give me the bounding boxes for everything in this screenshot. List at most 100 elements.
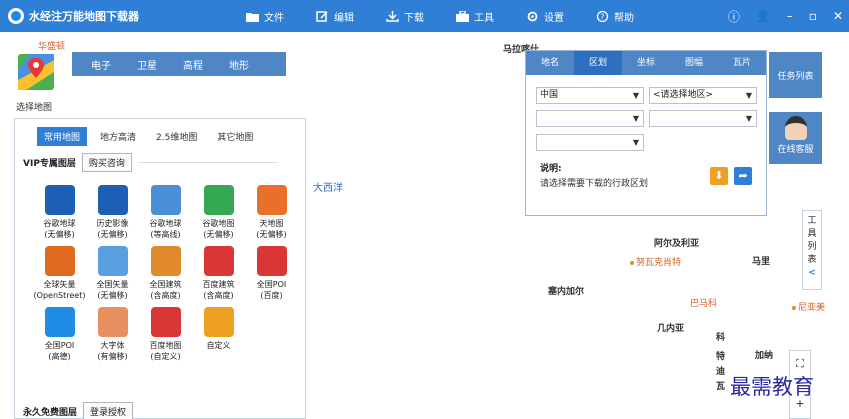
layer-tile[interactable]: 天地图 (无偏移) (245, 185, 298, 240)
province-select[interactable]: <请选择地区> ▼ (649, 87, 757, 104)
layer-tile[interactable]: 百度地图 (自定义) (139, 307, 192, 362)
tab-common-maps[interactable]: 常用地图 (37, 127, 88, 146)
layer-tile[interactable]: 谷歌地球 (无偏移) (33, 185, 86, 240)
map-type-electronic[interactable]: 电子 (78, 57, 124, 72)
menu-tools[interactable]: 工具 (440, 9, 510, 24)
task-list-button[interactable]: 任务列表 (769, 52, 822, 98)
county-select[interactable]: ▼ (649, 110, 757, 127)
watermark: 最需教育 (730, 375, 814, 399)
place-label: 加纳 (755, 351, 774, 361)
vip-section-title: VIP专属图层 (23, 159, 76, 169)
layer-tile[interactable]: 谷歌地图 (无偏移) (192, 185, 245, 240)
layer-tile-name: 百度地图 (149, 341, 182, 350)
vip-section-header: VIP专属图层 购买咨询 (23, 153, 278, 172)
map-type-satellite[interactable]: 卫星 (124, 57, 170, 72)
toolbox-panel-toggle[interactable]: 工 具 列 表 < (802, 210, 822, 290)
layer-tile-name: 全国建筑 (149, 280, 182, 289)
tab-place-name[interactable]: 地名 (526, 51, 574, 75)
title-bar: 水经注万能地图下载器 文件 编辑 下载 工具 设置 ? 帮助 ⓘ 👤 – ▫ ✕ (0, 0, 849, 32)
place-label-text: 努瓦克肖特 (636, 258, 682, 268)
region-tabs: 地名 区划 坐标 图幅 瓦片 (526, 51, 766, 75)
tab-other-maps[interactable]: 其它地图 (210, 127, 260, 146)
city-dot-icon (792, 305, 796, 310)
layer-tile-name: 自定义 (206, 341, 231, 350)
layer-tile[interactable]: 百度建筑 (含高度) (192, 246, 245, 301)
download-button[interactable]: ⬇ (710, 167, 728, 185)
layer-tile[interactable]: 全球矢量 (OpenStreet) (33, 246, 86, 301)
layer-tile-name: 全球矢量 (43, 280, 76, 289)
town-select[interactable]: ▼ (536, 134, 644, 151)
edit-icon (316, 10, 328, 22)
google-maps-icon (203, 185, 234, 215)
tab-tile[interactable]: 瓦片 (718, 51, 766, 75)
app-title: 水经注万能地图下载器 (0, 8, 230, 24)
tab-coordinate[interactable]: 坐标 (622, 51, 670, 75)
layer-tile[interactable]: 全国建筑 (含高度) (139, 246, 192, 301)
divider (137, 162, 278, 163)
menu-edit-label: 编辑 (334, 12, 354, 24)
city-dot-icon (630, 260, 634, 265)
minimize-button[interactable]: – (787, 9, 793, 23)
menu-help[interactable]: ? 帮助 (580, 9, 650, 24)
chevron-left-icon: < (808, 268, 816, 278)
layer-tile[interactable]: 谷歌地球 (等高线) (139, 185, 192, 240)
layer-tile-sub: (无偏移) (256, 230, 287, 239)
custom-edit-icon (203, 307, 234, 337)
layer-tile-name: 百度建筑 (202, 280, 235, 289)
place-label: 马里 (752, 257, 771, 267)
tab-sheet[interactable]: 图幅 (670, 51, 718, 75)
city-select[interactable]: ▼ (536, 110, 644, 127)
login-auth-button[interactable]: 登录授权 (83, 402, 134, 419)
layer-tile-name: 天地图 (259, 219, 284, 228)
poi-amap-icon (44, 307, 75, 337)
baidu-map-icon (150, 307, 181, 337)
tab-local-hd[interactable]: 地方高清 (93, 127, 143, 146)
app-title-text: 水经注万能地图下载器 (29, 10, 139, 23)
tab-division[interactable]: 区划 (574, 51, 622, 75)
menu-edit[interactable]: 编辑 (300, 9, 370, 24)
map-type-elevation[interactable]: 高程 (170, 57, 216, 72)
select-map-button[interactable] (18, 50, 54, 96)
place-label: 特 (716, 352, 726, 362)
menu-file[interactable]: 文件 (230, 9, 300, 24)
layer-tile[interactable]: 自定义 (192, 307, 245, 362)
info-icon[interactable]: ⓘ (728, 8, 740, 25)
online-service-button[interactable]: 在线客服 (769, 112, 822, 164)
menu-settings[interactable]: 设置 (510, 9, 580, 24)
place-label: 尼亚美 (792, 300, 825, 313)
tab-2-5d[interactable]: 2.5维地图 (149, 127, 204, 146)
history-icon (97, 185, 128, 215)
layer-tile[interactable]: 全国POI (高德) (33, 307, 86, 362)
layer-tile[interactable]: 全国矢量 (无偏移) (86, 246, 139, 301)
place-label: 迪 (716, 367, 726, 377)
layer-tile[interactable]: 历史影像 (无偏移) (86, 185, 139, 240)
poi-icon (256, 246, 287, 276)
toolbox-char: 工 (807, 216, 817, 226)
map-type-terrain[interactable]: 地形 (216, 57, 262, 72)
free-section-title: 永久免费图层 (23, 408, 78, 418)
gear-icon (527, 11, 538, 21)
country-select[interactable]: 中国 ▼ (536, 87, 644, 104)
layer-tile[interactable]: 全国POI (百度) (245, 246, 298, 301)
big-font-icon (97, 307, 128, 337)
buy-consult-button[interactable]: 购买咨询 (81, 153, 132, 172)
locate-button[interactable]: ➦ (734, 167, 752, 185)
menu-download[interactable]: 下载 (370, 9, 440, 24)
place-label: 塞内加尔 (548, 287, 585, 297)
layer-tile[interactable]: 大字体 (有偏移) (86, 307, 139, 362)
main-menu: 文件 编辑 下载 工具 设置 ? 帮助 (230, 9, 650, 24)
user-icon[interactable]: 👤 (756, 9, 771, 23)
layer-tile-sub: (无偏移) (97, 291, 128, 300)
layer-tile-name: 大字体 (100, 341, 125, 350)
maximize-button[interactable]: ▫ (809, 9, 817, 23)
layer-tile-sub: (含高度) (150, 291, 181, 300)
baidu-icon (203, 246, 234, 276)
fullscreen-icon[interactable]: ⛶ (790, 357, 810, 371)
close-button[interactable]: ✕ (833, 9, 843, 23)
building-icon (150, 246, 181, 276)
map-layer-panel: 常用地图 地方高清 2.5维地图 其它地图 VIP专属图层 购买咨询 谷歌地球 (… (14, 118, 306, 419)
map-type-bar: 电子 卫星 高程 地形 (72, 52, 286, 76)
place-label: 巴马科 (690, 299, 718, 309)
layer-grid: 谷歌地球 (无偏移) 历史影像 (无偏移) 谷歌地球 (等高线) 谷歌地图 (无偏移) 天地图 (… (33, 185, 303, 362)
online-service-label: 在线客服 (777, 145, 814, 155)
